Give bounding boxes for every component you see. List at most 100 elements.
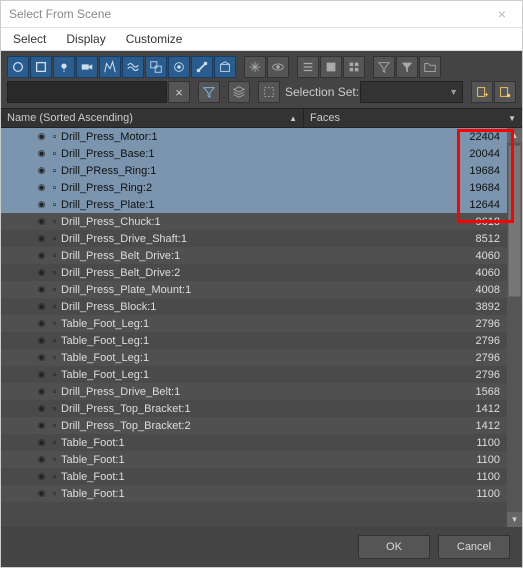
view-flat-icon[interactable] xyxy=(320,56,342,78)
search-input[interactable] xyxy=(7,81,167,103)
visibility-icon[interactable] xyxy=(35,487,48,500)
table-row[interactable]: Table_Foot_Leg:12796 xyxy=(1,366,522,383)
display-cameras-icon[interactable] xyxy=(76,56,98,78)
visibility-icon[interactable] xyxy=(35,198,48,211)
display-shapes-icon[interactable] xyxy=(30,56,52,78)
faces-count: 1100 xyxy=(286,471,522,483)
visibility-icon[interactable] xyxy=(35,249,48,262)
visibility-icon[interactable] xyxy=(35,266,48,279)
menu-select[interactable]: Select xyxy=(13,32,46,46)
layers-icon[interactable] xyxy=(228,81,250,103)
filter-selected-icon[interactable] xyxy=(396,56,418,78)
find-filter-icon[interactable] xyxy=(198,81,220,103)
object-type-icon xyxy=(48,130,61,143)
table-row[interactable]: Table_Foot:11100 xyxy=(1,485,522,502)
visibility-icon[interactable] xyxy=(35,402,48,415)
view-tree-icon[interactable] xyxy=(343,56,365,78)
edit-selection-set-icon[interactable] xyxy=(494,81,516,103)
filter-icon[interactable] xyxy=(373,56,395,78)
table-row[interactable]: Table_Foot:11100 xyxy=(1,434,522,451)
toolbar: × Selection Set: ▼ xyxy=(1,51,522,108)
object-name: Table_Foot:1 xyxy=(61,454,286,466)
object-type-icon xyxy=(48,249,61,262)
table-row[interactable]: Drill_Press_Chuck:19618 xyxy=(1,213,522,230)
create-selection-set-icon[interactable] xyxy=(471,81,493,103)
display-helpers-icon[interactable] xyxy=(99,56,121,78)
display-bone-icon[interactable] xyxy=(191,56,213,78)
table-row[interactable]: Drill_Press_Plate_Mount:14008 xyxy=(1,281,522,298)
table-row[interactable]: Drill_Press_Plate:112644 xyxy=(1,196,522,213)
folder-icon[interactable] xyxy=(419,56,441,78)
visibility-icon[interactable] xyxy=(35,453,48,466)
visibility-icon[interactable] xyxy=(35,368,48,381)
table-row[interactable]: Table_Foot:11100 xyxy=(1,468,522,485)
table-row[interactable]: Table_Foot_Leg:12796 xyxy=(1,349,522,366)
visibility-icon[interactable] xyxy=(35,283,48,296)
table-row[interactable]: Drill_Press_Ring:219684 xyxy=(1,179,522,196)
object-type-icon xyxy=(48,232,61,245)
table-row[interactable]: Drill_Press_Base:120044 xyxy=(1,145,522,162)
table-row[interactable]: Drill_Press_Belt_Drive:24060 xyxy=(1,264,522,281)
object-type-icon xyxy=(48,368,61,381)
menu-display[interactable]: Display xyxy=(66,32,105,46)
visibility-icon[interactable] xyxy=(35,317,48,330)
table-row[interactable]: Drill_Press_Block:13892 xyxy=(1,298,522,315)
display-spacewarps-icon[interactable] xyxy=(122,56,144,78)
faces-count: 2796 xyxy=(286,369,522,381)
visibility-icon[interactable] xyxy=(35,164,48,177)
scroll-thumb[interactable] xyxy=(508,145,521,297)
table-row[interactable]: Drill_Press_Drive_Belt:11568 xyxy=(1,383,522,400)
cancel-button[interactable]: Cancel xyxy=(438,535,510,559)
display-lights-icon[interactable] xyxy=(53,56,75,78)
header-faces[interactable]: Faces ▼ xyxy=(304,109,522,127)
table-row[interactable]: Drill_Press_Belt_Drive:14060 xyxy=(1,247,522,264)
object-type-icon xyxy=(48,198,61,211)
object-type-icon xyxy=(48,300,61,313)
object-type-icon xyxy=(48,181,61,194)
selection-set-dropdown[interactable]: ▼ xyxy=(360,81,463,103)
visibility-icon[interactable] xyxy=(35,419,48,432)
visibility-icon[interactable] xyxy=(35,385,48,398)
menu-customize[interactable]: Customize xyxy=(126,32,183,46)
display-xrefs-icon[interactable] xyxy=(168,56,190,78)
table-row[interactable]: Table_Foot_Leg:12796 xyxy=(1,315,522,332)
table-row[interactable]: Drill_Press_Motor:122404 xyxy=(1,128,522,145)
footer: OK Cancel xyxy=(1,527,522,567)
display-geometry-icon[interactable] xyxy=(7,56,29,78)
vertical-scrollbar[interactable]: ▲ ▼ xyxy=(507,128,522,527)
visibility-icon[interactable] xyxy=(35,436,48,449)
visibility-icon[interactable] xyxy=(35,351,48,364)
freeze-toggle-icon[interactable] xyxy=(244,56,266,78)
table-row[interactable]: Drill_Press_Drive_Shaft:18512 xyxy=(1,230,522,247)
table-row[interactable]: Drill_Press_Top_Bracket:21412 xyxy=(1,417,522,434)
table-row[interactable]: Table_Foot:11100 xyxy=(1,451,522,468)
visibility-icon[interactable] xyxy=(35,470,48,483)
ok-button[interactable]: OK xyxy=(358,535,430,559)
visibility-icon[interactable] xyxy=(35,300,48,313)
header-name[interactable]: Name (Sorted Ascending) ▲ xyxy=(1,109,304,127)
visibility-icon[interactable] xyxy=(35,130,48,143)
visibility-icon[interactable] xyxy=(35,147,48,160)
menubar: Select Display Customize xyxy=(1,28,522,51)
object-type-icon xyxy=(48,436,61,449)
display-groups-icon[interactable] xyxy=(145,56,167,78)
object-type-icon xyxy=(48,164,61,177)
table-row[interactable]: Drill_PRess_Ring:119684 xyxy=(1,162,522,179)
table-row[interactable]: Table_Foot_Leg:12796 xyxy=(1,332,522,349)
table-row[interactable]: Drill_Press_Top_Bracket:11412 xyxy=(1,400,522,417)
view-list-icon[interactable] xyxy=(297,56,319,78)
scroll-up-icon[interactable]: ▲ xyxy=(507,128,522,143)
display-containers-icon[interactable] xyxy=(214,56,236,78)
visibility-icon[interactable] xyxy=(35,215,48,228)
clear-search-icon[interactable]: × xyxy=(168,81,190,103)
object-name: Drill_Press_Block:1 xyxy=(61,301,286,313)
selection-set-icon[interactable] xyxy=(258,81,280,103)
visibility-icon[interactable] xyxy=(35,232,48,245)
scroll-down-icon[interactable]: ▼ xyxy=(507,512,522,527)
close-icon[interactable]: × xyxy=(482,6,522,22)
hide-toggle-icon[interactable] xyxy=(267,56,289,78)
visibility-icon[interactable] xyxy=(35,334,48,347)
object-name: Drill_Press_Chuck:1 xyxy=(61,216,286,228)
object-name: Drill_Press_Motor:1 xyxy=(61,131,286,143)
visibility-icon[interactable] xyxy=(35,181,48,194)
